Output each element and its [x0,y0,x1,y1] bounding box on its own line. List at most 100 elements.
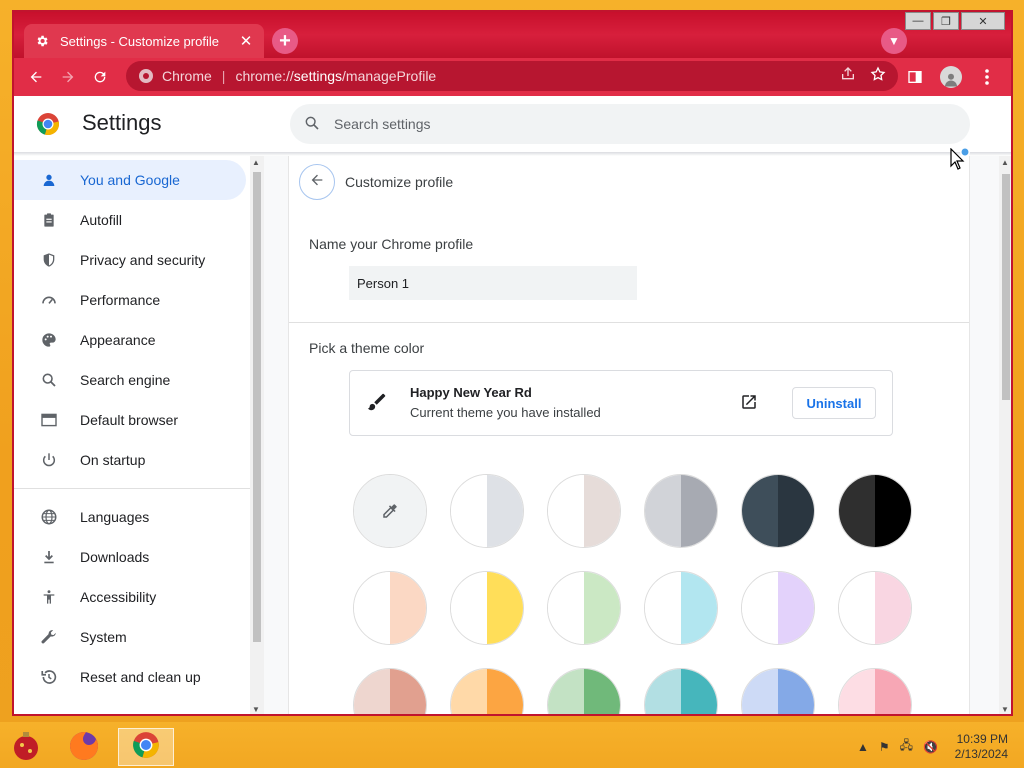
back-arrow-icon[interactable] [20,61,52,93]
download-icon [40,548,58,566]
flag-icon[interactable]: ⚑ [879,740,890,754]
theme-color-swatch[interactable] [450,474,524,548]
theme-color-swatch[interactable] [838,668,912,714]
side-panel-icon[interactable] [899,61,931,93]
sidebar-item-search-engine[interactable]: Search engine [14,360,250,400]
profile-name-field[interactable] [349,266,637,300]
theme-color-swatch[interactable] [450,668,524,714]
kebab-menu-icon[interactable] [971,61,1003,93]
tab-search-button[interactable]: ▼ [881,28,907,54]
theme-color-swatch[interactable] [741,668,815,714]
sidebar-item-system[interactable]: System [14,617,250,657]
scroll-up-arrow-icon[interactable]: ▲ [252,158,260,167]
avatar-icon [940,66,962,88]
theme-color-swatch[interactable] [353,668,427,714]
address-bar[interactable]: Chrome | chrome://settings/manageProfile [126,61,898,91]
profile-avatar[interactable] [935,61,967,93]
customize-profile-card: Customize profile Name your Chrome profi… [288,156,970,714]
reload-icon[interactable] [84,61,116,93]
sidebar-scrollbar[interactable]: ▲ ▼ [250,156,264,714]
system-tray: ▲ ⚑ 🖧 🔇 [857,736,938,757]
theme-color-swatch[interactable] [547,474,621,548]
theme-color-swatch[interactable] [741,571,815,645]
search-placeholder: Search settings [334,116,431,132]
sidebar-item-default-browser[interactable]: Default browser [14,400,250,440]
chrome-logo-icon [36,112,60,136]
sidebar-scroll-thumb[interactable] [253,172,261,642]
tab-close-icon[interactable]: ✕ [238,32,254,50]
theme-color-swatch[interactable] [547,668,621,714]
theme-color-swatch[interactable] [741,474,815,548]
clock[interactable]: 10:39 PM 2/13/2024 [955,732,1008,762]
new-tab-button[interactable]: + [272,28,298,54]
back-button[interactable] [299,164,335,200]
taskbar-ornament-app[interactable] [8,728,44,764]
sidebar-item-performance[interactable]: Performance [14,280,250,320]
sidebar-item-appearance[interactable]: Appearance [14,320,250,360]
sidebar-item-privacy-and-security[interactable]: Privacy and security [14,240,250,280]
sidebar-item-accessibility[interactable]: Accessibility [14,577,250,617]
main-scroll-thumb[interactable] [1002,174,1010,400]
share-icon[interactable] [840,66,856,86]
tab-settings[interactable]: Settings - Customize profile ✕ [24,24,264,58]
sidebar-divider [14,488,250,489]
scroll-up-arrow-icon[interactable]: ▲ [1001,158,1009,167]
sidebar-item-label: Privacy and security [80,252,206,268]
chrome-taskbar-button[interactable] [118,728,174,766]
close-window-button[interactable]: ✕ [961,12,1005,30]
accessibility-icon [40,588,58,606]
custom-color-swatch[interactable] [353,474,427,548]
scroll-down-arrow-icon[interactable]: ▼ [1001,705,1009,714]
swatch-left-half [451,572,487,644]
swatch-left-half [645,669,681,714]
sidebar-item-reset-and-clean-up[interactable]: Reset and clean up [14,657,250,697]
main-scrollbar[interactable]: ▲ ▼ [999,156,1011,714]
network-icon[interactable]: 🖧 [900,736,913,757]
sidebar-item-autofill[interactable]: Autofill [14,200,250,240]
sidebar-item-on-startup[interactable]: On startup [14,440,250,480]
swatch-right-half [487,475,523,547]
theme-color-swatch[interactable] [547,571,621,645]
tray-expand-icon[interactable]: ▲ [857,740,869,754]
swatch-right-half [584,572,620,644]
restore-button[interactable]: ❐ [933,12,959,30]
search-input[interactable]: Search settings [290,104,970,144]
open-in-new-icon[interactable] [740,393,758,416]
sidebar-item-label: Downloads [80,549,150,565]
minimize-button[interactable]: — [905,12,931,30]
theme-color-swatch[interactable] [450,571,524,645]
sidebar-item-downloads[interactable]: Downloads [14,537,250,577]
theme-color-swatch[interactable] [644,668,718,714]
chrome-logo-icon [132,731,160,764]
theme-color-label: Pick a theme color [309,340,425,356]
sidebar-item-you-and-google[interactable]: You and Google [14,160,246,200]
shield-icon [40,251,58,269]
browser-icon [40,411,58,429]
palette-icon [40,331,58,349]
theme-color-swatch[interactable] [838,474,912,548]
bookmark-star-icon[interactable] [870,66,886,86]
firefox-icon[interactable] [66,728,102,764]
forward-arrow-icon[interactable] [52,61,84,93]
theme-color-swatch[interactable] [644,474,718,548]
scroll-down-arrow-icon[interactable]: ▼ [252,705,260,714]
gear-icon [34,33,50,49]
search-icon [304,115,334,134]
title-bar: Settings - Customize profile ✕ + ▼ — ❐ ✕ [14,12,1011,58]
clock-time: 10:39 PM [956,732,1008,746]
swatch-left-half [451,669,487,714]
sidebar-item-label: Appearance [80,332,156,348]
sidebar-item-languages[interactable]: Languages [14,497,250,537]
theme-name: Happy New Year Rd [410,385,532,400]
swatch-right-half [390,669,426,714]
uninstall-button[interactable]: Uninstall [792,387,876,419]
sidebar-item-label: Default browser [80,412,179,428]
wrench-icon [40,628,58,646]
theme-color-swatch[interactable] [644,571,718,645]
power-icon [40,451,58,469]
swatch-right-half [778,669,814,714]
theme-color-swatch[interactable] [838,571,912,645]
theme-color-swatch[interactable] [353,571,427,645]
volume-muted-icon[interactable]: 🔇 [923,740,938,754]
back-arrow-icon [309,172,325,193]
